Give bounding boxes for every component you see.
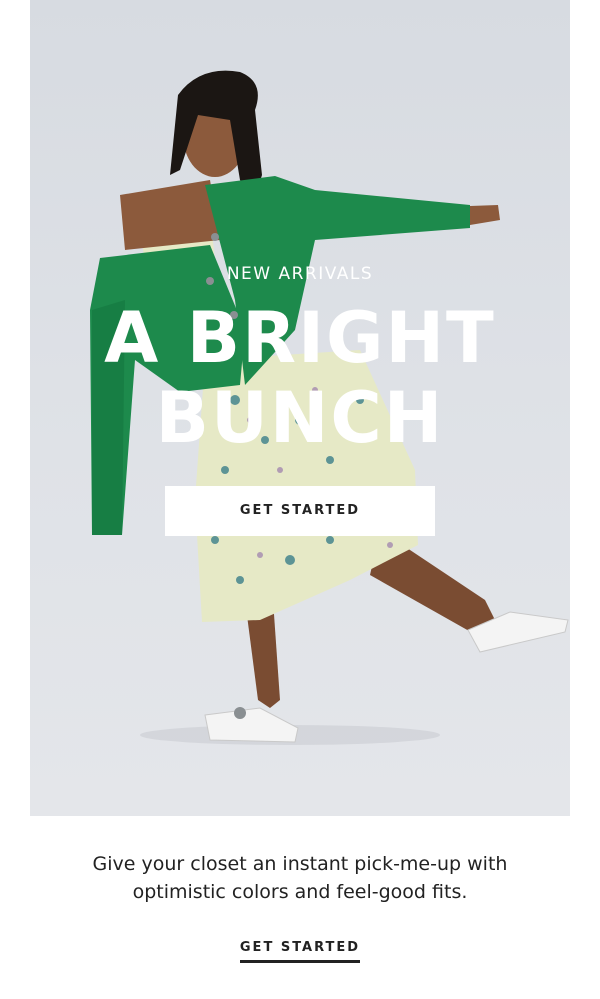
body-copy: Give your closet an instant pick-me-up w… [40, 850, 560, 906]
get-started-link[interactable]: GET STARTED [239, 940, 361, 963]
get-started-button[interactable]: GET STARTED [165, 486, 435, 536]
body-copy-line: optimistic colors and feel-good fits. [132, 881, 468, 903]
headline-line: A BRIGHT [104, 297, 496, 379]
footer-cta-container: GET STARTED [0, 936, 600, 963]
eyebrow-text: NEW ARRIVALS [226, 264, 374, 284]
body-copy-line: Give your closet an instant pick-me-up w… [92, 853, 508, 875]
headline: A BRIGHT BUNCH [30, 298, 570, 458]
hero-banner[interactable]: NEW ARRIVALS A BRIGHT BUNCH GET STARTED [30, 0, 570, 816]
headline-line: BUNCH [155, 377, 445, 459]
